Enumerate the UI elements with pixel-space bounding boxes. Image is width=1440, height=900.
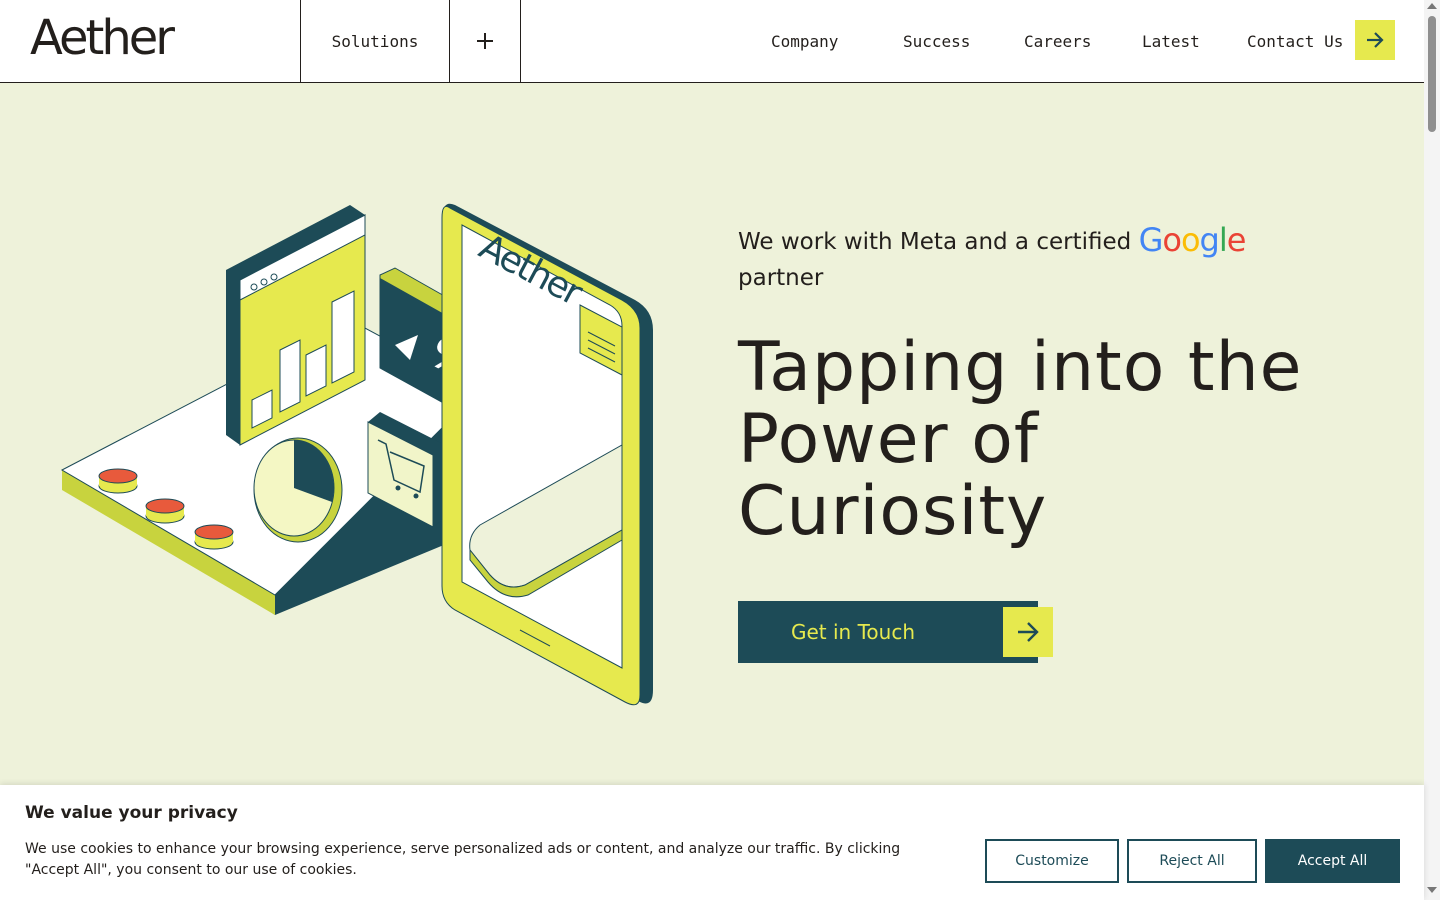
scroll-down-icon[interactable] (1427, 887, 1437, 893)
phone-mockup: Aether (441, 203, 653, 706)
scroll-up-icon[interactable] (1427, 3, 1437, 9)
cookie-banner: We value your privacy We use cookies to … (0, 785, 1424, 900)
nav-solutions[interactable]: Solutions (301, 0, 449, 82)
cookie-title: We value your privacy (25, 803, 238, 823)
plus-icon (477, 33, 493, 49)
scrollbar-thumb[interactable] (1428, 16, 1436, 132)
hero-title: Tapping into the Power of Curiosity (738, 332, 1398, 548)
hero-illustration: % Aether (50, 190, 670, 720)
coin-icon (145, 498, 185, 524)
partner-suffix: partner (738, 265, 824, 291)
pie-chart-icon (253, 437, 343, 543)
reject-all-button[interactable]: Reject All (1127, 839, 1257, 883)
logo[interactable]: Aether (30, 8, 175, 68)
nav-company[interactable]: Company (771, 0, 838, 82)
nav-contact-us[interactable]: Contact Us (1247, 0, 1343, 82)
scrollbar-track[interactable] (1424, 0, 1440, 900)
cookie-text: We use cookies to enhance your browsing … (25, 841, 901, 878)
get-in-touch-arrow (1003, 607, 1053, 657)
coin-icon (194, 524, 234, 550)
partner-prefix: We work with Meta and a certified (738, 229, 1132, 255)
header-divider (520, 0, 521, 82)
arrow-right-icon (1367, 32, 1384, 48)
coin-icon (98, 468, 138, 494)
hero-title-line: Tapping into the (738, 328, 1303, 407)
partner-statement: We work with Meta and a certified Google… (738, 222, 1338, 296)
nav-latest[interactable]: Latest (1142, 0, 1200, 82)
arrow-right-icon (1018, 622, 1039, 642)
get-in-touch-label: Get in Touch (791, 620, 915, 644)
google-logo: Google (1138, 221, 1247, 259)
solutions-expand-button[interactable] (450, 0, 520, 82)
customize-button[interactable]: Customize (985, 839, 1119, 883)
hero-title-line: Curiosity (738, 472, 1048, 551)
nav-success[interactable]: Success (903, 0, 970, 82)
site-header: Aether Solutions Company Success Careers… (0, 0, 1424, 83)
accept-all-button[interactable]: Accept All (1265, 839, 1400, 883)
get-in-touch-button[interactable]: Get in Touch (738, 601, 1053, 663)
nav-careers[interactable]: Careers (1024, 0, 1091, 82)
hero-title-line: Power of (738, 400, 1039, 479)
header-contact-arrow-button[interactable] (1355, 20, 1395, 60)
